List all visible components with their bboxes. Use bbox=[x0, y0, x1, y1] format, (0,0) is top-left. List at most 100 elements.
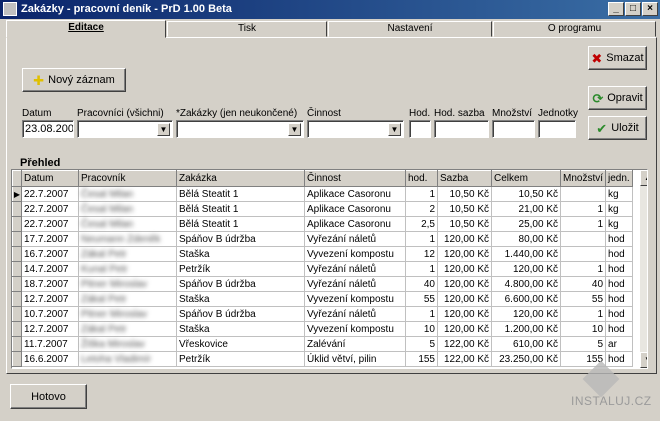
table-cell[interactable]: 22.7.2007 bbox=[21, 216, 79, 232]
vertical-scrollbar[interactable]: ▲ ▼ bbox=[640, 170, 647, 368]
edit-button[interactable]: ⟳ Opravit bbox=[588, 86, 647, 110]
table-cell[interactable]: 1 bbox=[560, 201, 607, 217]
row-indicator[interactable] bbox=[12, 351, 22, 367]
records-grid[interactable]: Datum Pracovník Zakázka Činnost hod. Saz… bbox=[11, 169, 648, 369]
row-indicator[interactable] bbox=[12, 216, 22, 232]
table-cell[interactable]: 120,00 Kč bbox=[437, 291, 492, 307]
column-header[interactable]: jedn. bbox=[605, 170, 634, 187]
table-cell[interactable]: Vyřezání náletů bbox=[304, 231, 406, 247]
table-cell[interactable]: hod bbox=[605, 246, 634, 262]
table-cell[interactable]: hod bbox=[605, 231, 634, 247]
scroll-up-icon[interactable]: ▲ bbox=[640, 170, 647, 186]
table-cell[interactable]: 120,00 Kč bbox=[437, 276, 492, 292]
datum-field[interactable]: 23.08.2007 bbox=[22, 120, 74, 138]
table-cell[interactable]: Vyvezení kompostu bbox=[304, 321, 406, 337]
table-cell[interactable] bbox=[560, 231, 607, 247]
table-cell[interactable]: Česal Milan bbox=[78, 216, 177, 232]
table-row[interactable]: 11.7.2007 Žiška Miroslav Vřeskovice Zaléván… bbox=[12, 336, 634, 352]
table-row[interactable]: 12.7.2007 Zákal Petr Staška Vyvezení kompos… bbox=[12, 321, 634, 337]
table-cell[interactable]: Pitner Miroslav bbox=[78, 306, 177, 322]
table-cell[interactable]: 120,00 Kč bbox=[437, 246, 492, 262]
cinnost-select[interactable]: ▼ bbox=[307, 120, 404, 138]
table-row[interactable]: 10.7.2007 Pitner Miroslav Spáňov B údržba V… bbox=[12, 306, 634, 322]
table-cell[interactable]: 120,00 Kč bbox=[437, 261, 492, 277]
table-cell[interactable]: 80,00 Kč bbox=[491, 231, 561, 247]
column-header[interactable]: hod. bbox=[405, 170, 438, 187]
table-cell[interactable]: 11.7.2007 bbox=[21, 336, 79, 352]
table-cell[interactable]: Bělá Steatit 1 bbox=[176, 201, 305, 217]
hod-sazba-input[interactable] bbox=[434, 120, 489, 138]
row-indicator[interactable] bbox=[12, 291, 22, 307]
chevron-down-icon[interactable]: ▼ bbox=[157, 123, 170, 136]
table-cell[interactable]: 55 bbox=[560, 291, 607, 307]
table-cell[interactable]: 5 bbox=[405, 336, 438, 352]
table-cell[interactable]: 5 bbox=[560, 336, 607, 352]
column-header[interactable]: Činnost bbox=[304, 170, 406, 187]
table-cell[interactable]: Žiška Miroslav bbox=[78, 336, 177, 352]
table-cell[interactable]: 14.7.2007 bbox=[21, 261, 79, 277]
table-cell[interactable]: Pitner Miroslav bbox=[78, 276, 177, 292]
column-header[interactable]: Zakázka bbox=[176, 170, 305, 187]
table-cell[interactable]: Česal Milan bbox=[78, 186, 177, 202]
column-header[interactable]: Datum bbox=[21, 170, 79, 187]
table-cell[interactable]: Neumann Zdeněk bbox=[78, 231, 177, 247]
table-cell[interactable] bbox=[560, 186, 607, 202]
table-cell[interactable]: Vyvezení kompostu bbox=[304, 291, 406, 307]
table-row[interactable]: 17.7.2007 Neumann Zdeněk Spáňov B údržba Vy… bbox=[12, 231, 634, 247]
done-button[interactable]: Hotovo bbox=[10, 384, 87, 409]
close-button[interactable]: × bbox=[642, 2, 658, 16]
row-indicator[interactable] bbox=[12, 231, 22, 247]
save-button[interactable]: ✔ Uložit bbox=[588, 116, 647, 140]
tab-editace[interactable]: Editace bbox=[6, 20, 166, 38]
table-cell[interactable]: 122,00 Kč bbox=[437, 351, 492, 367]
table-cell[interactable]: 155 bbox=[405, 351, 438, 367]
row-indicator[interactable] bbox=[12, 336, 22, 352]
mnozstvi-input[interactable] bbox=[492, 120, 535, 138]
table-cell[interactable]: 10 bbox=[405, 321, 438, 337]
table-cell[interactable]: Staška bbox=[176, 321, 305, 337]
table-cell[interactable]: Vyřezání náletů bbox=[304, 261, 406, 277]
table-cell[interactable]: Vřeskovice bbox=[176, 336, 305, 352]
table-cell[interactable]: 16.7.2007 bbox=[21, 246, 79, 262]
row-indicator[interactable] bbox=[12, 201, 22, 217]
delete-button[interactable]: ✖ Smazat bbox=[588, 46, 647, 70]
table-cell[interactable]: Kunal Petr bbox=[78, 261, 177, 277]
table-cell[interactable]: 1.200,00 Kč bbox=[491, 321, 561, 337]
table-cell[interactable]: 2,5 bbox=[405, 216, 438, 232]
table-cell[interactable]: kg bbox=[605, 201, 634, 217]
table-cell[interactable]: 1 bbox=[560, 261, 607, 277]
table-cell[interactable]: 40 bbox=[560, 276, 607, 292]
row-indicator[interactable] bbox=[12, 321, 22, 337]
tab-tisk[interactable]: Tisk bbox=[167, 21, 327, 37]
table-cell[interactable]: Zákal Petr bbox=[78, 321, 177, 337]
table-cell[interactable]: 610,00 Kč bbox=[491, 336, 561, 352]
table-cell[interactable]: Zákal Petr bbox=[78, 246, 177, 262]
table-cell[interactable]: 40 bbox=[405, 276, 438, 292]
table-cell[interactable]: hod bbox=[605, 306, 634, 322]
table-cell[interactable]: 10,50 Kč bbox=[437, 201, 492, 217]
table-cell[interactable]: 10,50 Kč bbox=[437, 216, 492, 232]
table-cell[interactable]: Staška bbox=[176, 246, 305, 262]
table-cell[interactable]: 120,00 Kč bbox=[491, 306, 561, 322]
minimize-button[interactable]: _ bbox=[608, 2, 624, 16]
table-cell[interactable]: 23.250,00 Kč bbox=[491, 351, 561, 367]
table-cell[interactable]: Zákal Petr bbox=[78, 291, 177, 307]
table-cell[interactable]: ar bbox=[605, 336, 634, 352]
table-cell[interactable]: hod bbox=[605, 261, 634, 277]
table-cell[interactable]: 21,00 Kč bbox=[491, 201, 561, 217]
table-cell[interactable]: Úklid větví, pilin bbox=[304, 351, 406, 367]
table-row[interactable]: 22.7.2007 Česal Milan Bělá Steatit 1 Aplika… bbox=[12, 201, 634, 217]
new-record-button[interactable]: ✚ Nový záznam bbox=[22, 68, 126, 92]
table-cell[interactable]: Spáňov B údržba bbox=[176, 231, 305, 247]
table-cell[interactable]: Vyřezání náletů bbox=[304, 276, 406, 292]
table-cell[interactable]: 12.7.2007 bbox=[21, 291, 79, 307]
pracovnici-select[interactable]: ▼ bbox=[77, 120, 173, 138]
table-cell[interactable]: 4.800,00 Kč bbox=[491, 276, 561, 292]
chevron-down-icon[interactable]: ▼ bbox=[388, 123, 401, 136]
table-cell[interactable]: Aplikace Casoronu bbox=[304, 216, 406, 232]
table-cell[interactable]: 16.6.2007 bbox=[21, 351, 79, 367]
table-cell[interactable]: Vyřezání náletů bbox=[304, 306, 406, 322]
table-cell[interactable] bbox=[560, 246, 607, 262]
table-cell[interactable]: hod bbox=[605, 276, 634, 292]
table-cell[interactable]: 6.600,00 Kč bbox=[491, 291, 561, 307]
